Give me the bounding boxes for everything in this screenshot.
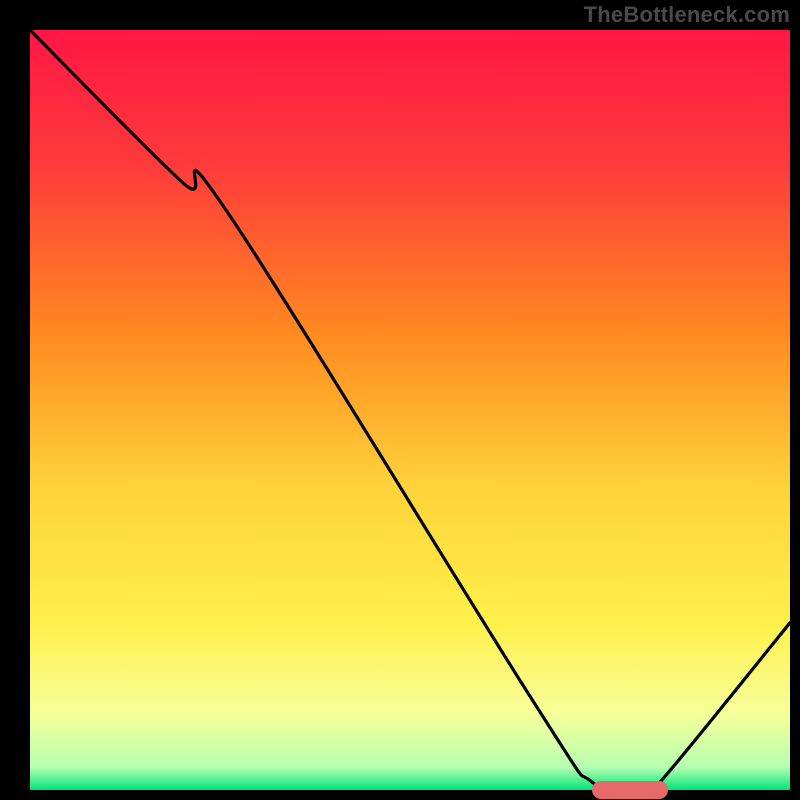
optimal-marker (592, 781, 668, 799)
bottleneck-chart (0, 0, 800, 800)
watermark-text: TheBottleneck.com (584, 2, 790, 28)
chart-frame: TheBottleneck.com (0, 0, 800, 800)
